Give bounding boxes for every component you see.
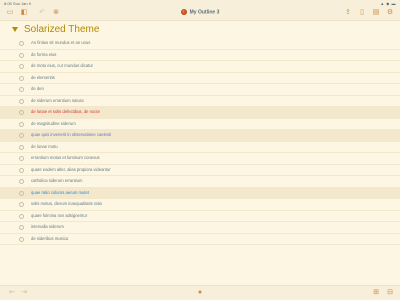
outline-row[interactable]: de lunae et solis defectibus, de nocte [0,107,400,119]
bullet-icon[interactable] [19,225,24,230]
bullet-icon[interactable] [19,156,24,161]
outline-row[interactable]: quare fulmina Iovi adsignentur [0,211,400,222]
collapse-triangle-icon[interactable] [12,26,18,32]
outline-row[interactable]: de motu eius, cur mundus dicatur [0,61,400,73]
outline-row[interactable]: intervalla siderum [0,222,400,234]
heading-text: Solarized Theme [24,23,100,35]
bullet-icon[interactable] [19,64,24,69]
bullet-icon[interactable] [19,133,24,138]
bullet-icon[interactable] [19,98,24,104]
settings-icon[interactable]: ⚙ [386,9,394,17]
bullet-icon[interactable] [19,75,24,81]
row-text: de motu eius, cur mundus dicatur [31,63,93,68]
bullet-icon[interactable] [19,167,24,173]
bullet-icon[interactable] [19,52,24,58]
bullet-icon[interactable] [19,236,24,242]
document-title-text: My Outline 3 [189,9,220,16]
document-title[interactable]: ≡ My Outline 3 [0,9,400,15]
microphone-icon[interactable]: ● [196,289,204,297]
row-text: de lunae et solis defectibus, de nocte [31,109,100,114]
outline-row[interactable]: quae quis invenerit in observatione cael… [0,130,400,142]
row-text: de magnitudine siderum [31,120,76,126]
outline-row[interactable]: de siderum errantium natura [0,96,400,107]
row-text: de sideribus musica [31,235,69,241]
outline-list: An finitus sit mundus et an unus de forma… [0,38,400,245]
bullet-icon[interactable] [19,179,24,184]
new-child-icon[interactable]: ⊟ [386,289,394,297]
outdent-icon[interactable]: ⇤ [8,289,16,297]
indent-icon[interactable]: ⇥ [20,289,28,297]
bullet-icon[interactable] [19,121,24,127]
row-text: de forma eius [31,51,57,57]
document-icon: ≡ [180,9,187,15]
outline-row[interactable]: de magnitudine siderum [0,119,400,130]
bottom-bar: ⇤ ⇥ ● ⊞ ⊟ [0,285,400,300]
bullet-icon[interactable] [19,110,24,115]
row-text: de siderum errantium natura [31,97,84,103]
row-text: quare eadem alter, alias propiora videan… [31,166,111,172]
bullet-icon[interactable] [19,190,24,196]
view-icon[interactable]: ▤ [372,9,380,17]
outline-row[interactable]: de deo [0,84,400,96]
bullet-icon[interactable] [19,87,24,92]
outline-row[interactable]: An finitus sit mundus et an unus [0,38,400,50]
row-text: An finitus sit mundus et an unus [31,40,91,45]
row-text: catholica siderum errantium [31,178,83,183]
bullet-icon[interactable] [19,213,24,219]
outline-row[interactable]: errantium motus et luminum conexus [0,153,400,165]
outline-row[interactable]: de forma eius [0,50,400,61]
bullet-icon[interactable] [19,202,24,207]
row-text: de deo [31,86,44,91]
outline-row[interactable]: solis motus, dierum inaequalitatis ratio [0,199,400,211]
new-row-icon[interactable]: ⊞ [372,289,380,297]
outline-row[interactable]: quare eadem alter, alias propiora videan… [0,165,400,176]
bullet-icon[interactable] [19,41,24,46]
row-text: errantium motus et luminum conexus [31,155,100,160]
toolbar: ▭ ◧ ↶ ⊗ ≡ My Outline 3 ⇪ ▯ ▤ ⚙ [0,6,400,21]
outline-row[interactable]: de lunae motu [0,142,400,153]
outline-row[interactable]: de sideribus musica [0,234,400,245]
outline-row[interactable]: catholica siderum errantium [0,176,400,188]
format-icon[interactable]: ▯ [358,9,366,17]
outline-row[interactable]: quae ratio coluros aerum mutet [0,187,400,199]
row-text: intervalla siderum [31,224,64,229]
outline-row[interactable]: de elementis [0,73,400,84]
bullet-icon[interactable] [19,144,24,150]
row-text: de lunae motu [31,143,58,149]
row-text: solis motus, dierum inaequalitatis ratio [31,201,102,206]
row-text: quare fulmina Iovi adsignentur [31,212,88,218]
outline-heading[interactable]: Solarized Theme [12,22,99,36]
row-text: de elementis [31,74,55,80]
row-text: quae ratio coluros aerum mutet [31,189,89,195]
row-text: quae quis invenerit in observatione cael… [31,132,112,137]
share-icon[interactable]: ⇪ [344,9,352,17]
